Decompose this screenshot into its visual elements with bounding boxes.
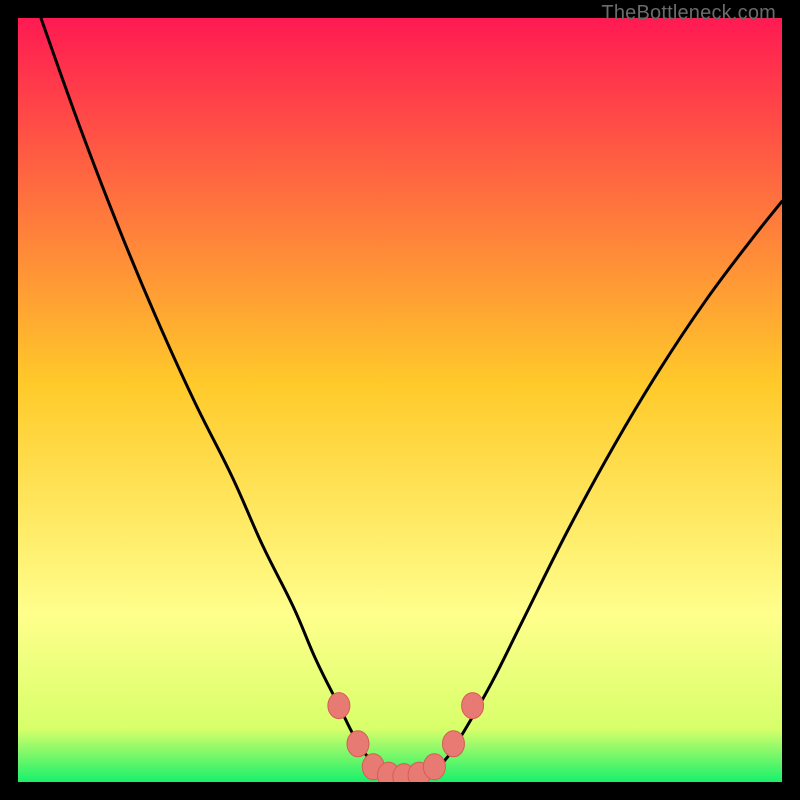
chart-frame: TheBottleneck.com — [0, 0, 800, 800]
curve-marker — [442, 731, 464, 757]
curve-marker — [423, 754, 445, 780]
gradient-background — [18, 18, 782, 782]
chart-canvas — [18, 18, 782, 782]
curve-marker — [462, 693, 484, 719]
plot-area — [18, 18, 782, 782]
curve-marker — [328, 693, 350, 719]
curve-marker — [347, 731, 369, 757]
